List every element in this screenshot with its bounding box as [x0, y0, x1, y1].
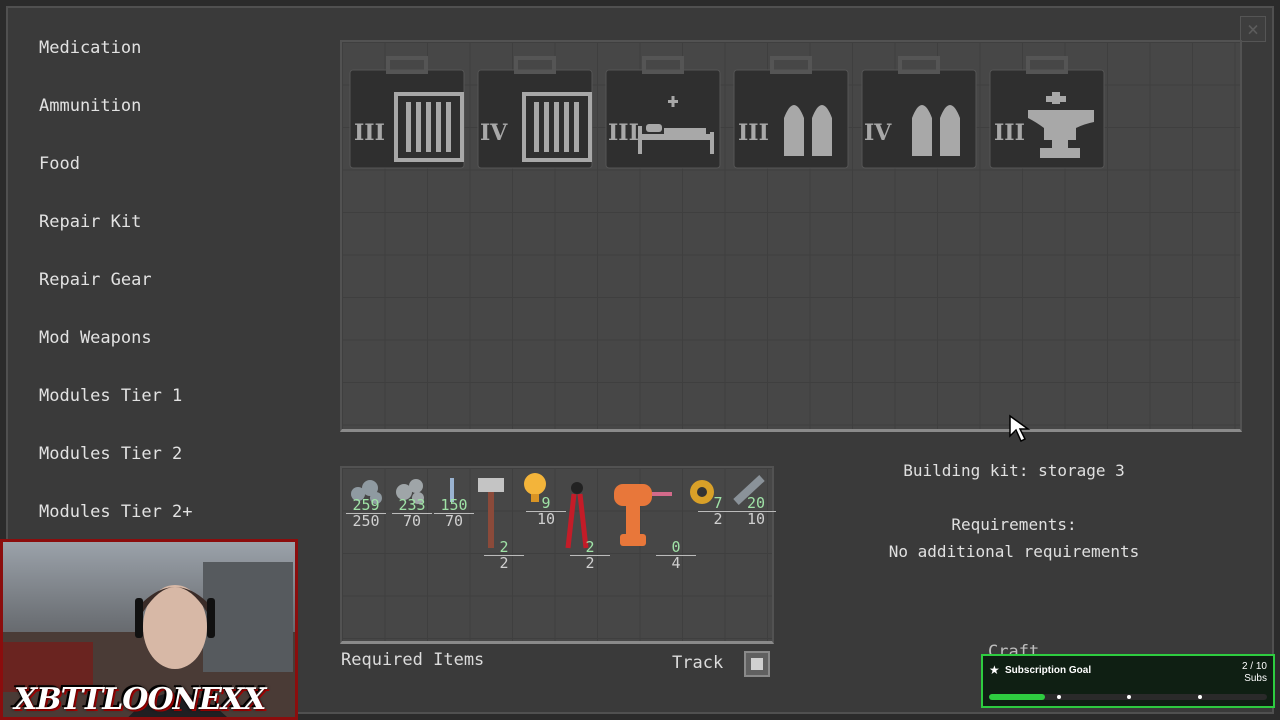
star-icon: ★ — [989, 663, 1000, 677]
close-icon[interactable]: × — [1240, 16, 1266, 42]
mouse-cursor-icon — [1009, 414, 1031, 443]
category-medication[interactable]: Medication — [39, 38, 193, 96]
tier-label: IV — [864, 120, 892, 146]
kit-slot[interactable]: III — [348, 56, 466, 170]
subgoal-count: 2 / 10 Subs — [1241, 661, 1267, 684]
category-repair-gear[interactable]: Repair Gear — [39, 270, 193, 328]
subgoal-title: Subscription Goal — [1005, 665, 1092, 676]
qty-pliers: 22 — [570, 540, 610, 571]
tier-label: III — [354, 120, 385, 146]
progress-tick — [1127, 695, 1131, 699]
ammo-icon: III — [733, 56, 849, 169]
subgoal-progress-fill — [989, 694, 1045, 700]
category-modules-tier-1[interactable]: Modules Tier 1 — [39, 386, 193, 444]
track-checkbox[interactable] — [744, 651, 770, 677]
qty-pipe: 20 10 — [736, 496, 776, 527]
anvil-icon: III — [989, 56, 1105, 169]
qty-wire: 150 70 — [434, 498, 474, 529]
qty-bulb: 9 10 — [526, 496, 566, 527]
progress-tick — [1057, 695, 1061, 699]
requirements-label: Requirements: — [951, 515, 1077, 534]
qty-drill: 04 — [656, 540, 696, 571]
bed-icon: III — [605, 56, 721, 169]
kit-slot[interactable]: III — [604, 56, 722, 170]
streamer-name: XBTTLOONEXX — [14, 682, 266, 717]
qty-tape: 72 — [698, 496, 738, 527]
subscription-goal-widget: ★ Subscription Goal 2 / 10 Subs — [981, 654, 1275, 708]
category-list: Medication Ammunition Food Repair Kit Re… — [39, 38, 193, 560]
category-mod-weapons[interactable]: Mod Weapons — [39, 328, 193, 386]
required-items-label: Required Items — [341, 650, 485, 670]
tier-label: III — [608, 120, 639, 146]
qty-scrap: 233 70 — [392, 498, 432, 529]
qty-hammer: 22 — [484, 540, 524, 571]
kit-slot[interactable]: IV — [476, 56, 594, 170]
progress-tick — [1198, 695, 1202, 699]
kit-slot[interactable]: III — [732, 56, 850, 170]
category-modules-tier-2[interactable]: Modules Tier 2 — [39, 444, 193, 502]
category-repair-kit[interactable]: Repair Kit — [39, 212, 193, 270]
requirements-value: No additional requirements — [888, 542, 1140, 561]
tier-label: III — [738, 120, 769, 146]
item-title: Building kit: storage 3 — [903, 461, 1125, 480]
recipe-grid: III IV III III IV III — [340, 40, 1242, 432]
tier-label: III — [994, 120, 1025, 146]
required-items-panel: 259 250 233 70 150 70 22 9 10 22 04 72 20 10 — [340, 466, 776, 644]
track-label[interactable]: Track — [672, 653, 723, 673]
storage-icon: IV — [477, 56, 593, 169]
category-ammunition[interactable]: Ammunition — [39, 96, 193, 154]
kit-slot[interactable]: III — [988, 56, 1106, 170]
subgoal-progress-bar — [989, 694, 1267, 700]
category-food[interactable]: Food — [39, 154, 193, 212]
qty-steel: 259 250 — [346, 498, 386, 529]
storage-icon: III — [349, 56, 465, 169]
ammo-icon: IV — [861, 56, 977, 169]
tier-label: IV — [480, 120, 508, 146]
kit-slot[interactable]: IV — [860, 56, 978, 170]
